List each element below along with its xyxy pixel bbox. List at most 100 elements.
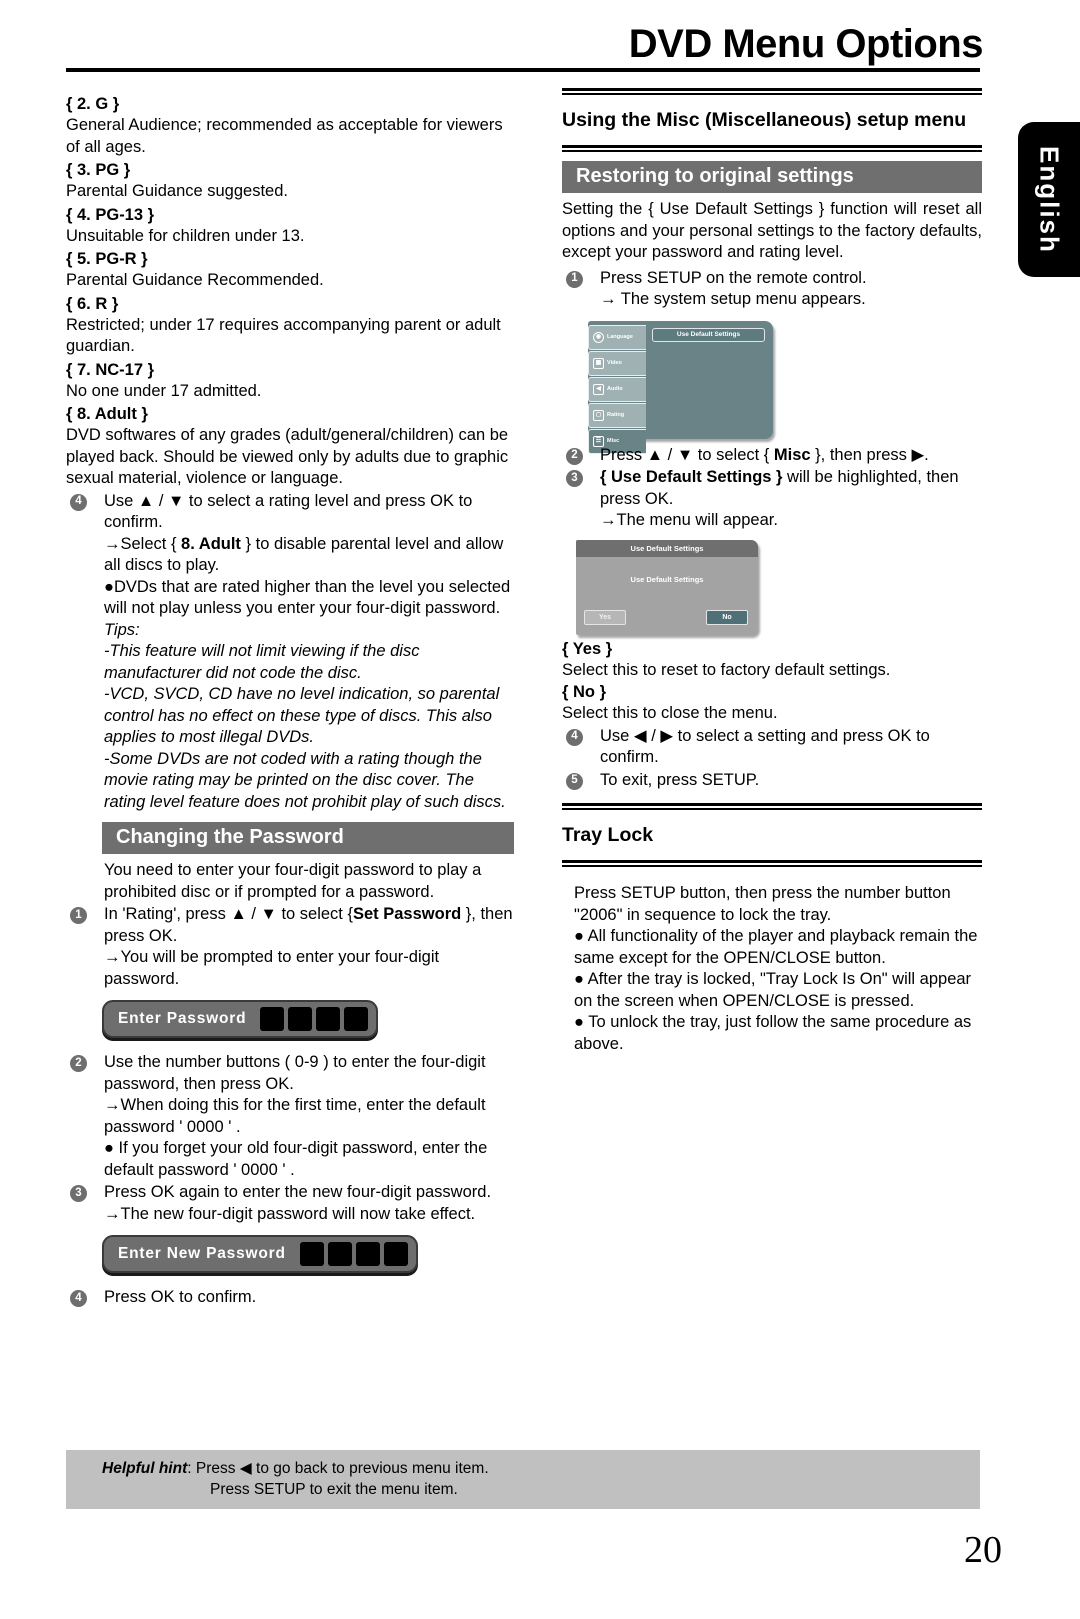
no-heading: { No } — [562, 682, 607, 701]
page-title: DVD Menu Options — [628, 22, 984, 66]
setup-menu-highlighted-item: Use Default Settings — [652, 327, 765, 342]
step-number: 3 — [70, 1185, 87, 1202]
helpful-hint-line-2: Press SETUP to exit the menu item. — [210, 1481, 458, 1498]
step-text-post: }, then press ▶. — [810, 445, 929, 464]
step-text: Use ▲ / ▼ to select a rating level and p… — [104, 491, 473, 532]
rating-desc-pg13: Unsuitable for children under 13. — [66, 226, 305, 245]
password-digit-cell — [288, 1007, 313, 1031]
dialog-yes-button: Yes — [584, 609, 626, 625]
rating-desc-pgr: Parental Guidance Recommended. — [66, 271, 324, 289]
tray-lock-heading: Tray Lock — [562, 824, 654, 846]
step-number: 5 — [566, 772, 583, 790]
step-select-misc: 2 Press ▲ / ▼ to select { Misc }, then p… — [562, 445, 982, 467]
helpful-hint-box: Helpful hint: Press ◀ to go back to prev… — [66, 1450, 980, 1509]
section-bar-changing-password: Changing the Password — [102, 822, 514, 854]
step-confirm: 4 Press OK to confirm. — [66, 1287, 514, 1309]
rating-desc-g: General Audience; recommended as accepta… — [66, 116, 503, 156]
arrow-menu-will-appear: →The menu will appear. — [600, 511, 778, 529]
setup-tab-audio: ◀ Audio — [588, 376, 646, 402]
dialog-buttons: Yes No — [584, 609, 748, 625]
new-password-digit-cells — [299, 1242, 408, 1266]
step-number: 4 — [566, 728, 583, 746]
arrow-bold-term: 8. Adult — [181, 534, 241, 553]
arrow-default-password: →When doing this for the first time, ent… — [104, 1096, 486, 1136]
dialog-message: Use Default Settings — [630, 574, 704, 584]
step-text: Press OK to confirm. — [104, 1288, 257, 1306]
setup-tab-label: Rating — [607, 412, 625, 418]
film-icon: ▦ — [593, 357, 604, 369]
step-number: 4 — [70, 493, 87, 511]
tip-item-1: -This feature will not limit viewing if … — [104, 642, 420, 682]
tips-heading: Tips: — [104, 620, 140, 639]
setup-menu-panel: Use Default Settings — [646, 321, 773, 439]
right-column: Using the Misc (Miscellaneous) setup men… — [562, 82, 982, 1055]
tip-item-2: -VCD, SVCD, CD have no level indication,… — [104, 685, 500, 746]
step-text-bold: Misc — [773, 445, 811, 464]
password-digit-cell — [299, 1242, 324, 1266]
helpful-hint-label: Helpful hint — [102, 1460, 188, 1477]
lock-icon: ◻ — [593, 409, 604, 421]
yes-description: Select this to reset to factory default … — [562, 661, 891, 679]
left-column: { 2. G } General Audience; recommended a… — [66, 92, 514, 1309]
dialog-no-button: No — [706, 609, 748, 625]
setup-tab-label: Language — [607, 334, 633, 340]
step-text-pre: In 'Rating', press ▲ / ▼ to select { — [104, 905, 353, 923]
arrow-note-select-adult: →Select { 8. Adult } to disable parental… — [66, 534, 514, 577]
step-text: Use ◀ / ▶ to select a setting and press … — [600, 726, 930, 767]
step-set-password: 1 In 'Rating', press ▲ / ▼ to select {Se… — [66, 904, 514, 947]
arrow-prompted-password: →You will be prompted to enter your four… — [104, 948, 440, 988]
rating-label-g: { 2. G } — [66, 95, 120, 113]
language-tab-label: English — [1034, 145, 1065, 254]
arrow-prefix: →Select { — [104, 534, 182, 553]
rating-label-pg: { 3. PG } — [66, 161, 131, 179]
step-text-pre: Press ▲ / ▼ to select { — [600, 445, 774, 464]
password-digit-cell — [344, 1007, 369, 1031]
enter-password-graphic: Enter Password — [102, 1000, 379, 1038]
language-tab: English — [1018, 122, 1080, 277]
step-select-setting: 4 Use ◀ / ▶ to select a setting and pres… — [562, 726, 982, 769]
speaker-icon: ◀ — [593, 383, 604, 395]
step-number: 1 — [70, 907, 87, 924]
rating-desc-adult: DVD softwares of any grades (adult/gener… — [66, 426, 509, 487]
helpful-hint-text-1: : Press ◀ to go back to previous menu it… — [187, 1460, 489, 1477]
password-intro: You need to enter your four-digit passwo… — [104, 861, 482, 901]
rule-above-tray-lock — [562, 803, 982, 810]
step-text: Press SETUP on the remote control. — [600, 268, 867, 287]
enter-password-label: Enter Password — [118, 1010, 247, 1027]
rating-desc-pg: Parental Guidance suggested. — [66, 182, 288, 200]
step-use-default-highlighted: 3 { Use Default Settings } will be highl… — [562, 467, 982, 510]
step-number: 1 — [566, 270, 583, 288]
setup-tab-label: Video — [607, 360, 622, 366]
step-enter-digits: 2 Use the number buttons ( 0-9 ) to ente… — [66, 1052, 514, 1095]
bullet-forgot-password: ● If you forget your old four-digit pass… — [104, 1139, 488, 1179]
step-number: 2 — [70, 1055, 87, 1072]
rating-label-r: { 6. R } — [66, 294, 119, 313]
enter-new-password-graphic: Enter New Password — [102, 1235, 418, 1273]
rating-desc-nc17: No one under 17 admitted. — [66, 381, 262, 400]
setup-menu-tabs: ◉ Language ▦ Video ◀ Audio ◻ Rating ☰ Mi… — [588, 324, 646, 455]
password-digit-cell — [355, 1242, 380, 1266]
helpful-hint-line-1: Helpful hint: Press ◀ to go back to prev… — [102, 1458, 980, 1479]
section-bar-restoring: Restoring to original settings — [562, 161, 982, 193]
setup-tab-label: Misc — [607, 438, 620, 444]
globe-icon: ◉ — [593, 331, 604, 343]
dialog-title: Use Default Settings — [576, 539, 758, 557]
rating-desc-r: Restricted; under 17 requires accompanyi… — [66, 315, 501, 356]
step-text-bold: { Use Default Settings } — [600, 468, 783, 486]
restore-intro: Setting the { Use Default Settings } fun… — [562, 200, 982, 261]
rule-above-misc-heading — [562, 88, 982, 95]
rating-label-pgr: { 5. PG-R } — [66, 250, 148, 268]
password-digit-cell — [260, 1007, 285, 1031]
use-default-settings-dialog-screenshot: Use Default Settings Use Default Setting… — [576, 539, 758, 635]
step-text: To exit, press SETUP. — [600, 770, 760, 789]
rule-below-misc-heading — [562, 145, 982, 152]
tip-item-3: -Some DVDs are not coded with a rating t… — [104, 749, 506, 811]
step-number: 2 — [566, 447, 583, 465]
password-digit-cell — [327, 1242, 352, 1266]
setup-tab-label: Audio — [607, 386, 623, 392]
rating-label-adult: { 8. Adult } — [66, 405, 148, 423]
step-exit-setup: 5 To exit, press SETUP. — [562, 770, 982, 792]
title-divider — [66, 68, 980, 72]
tray-lock-bullet-2: ● After the tray is locked, "Tray Lock I… — [574, 970, 972, 1010]
rating-label-nc17: { 7. NC-17 } — [66, 360, 155, 379]
